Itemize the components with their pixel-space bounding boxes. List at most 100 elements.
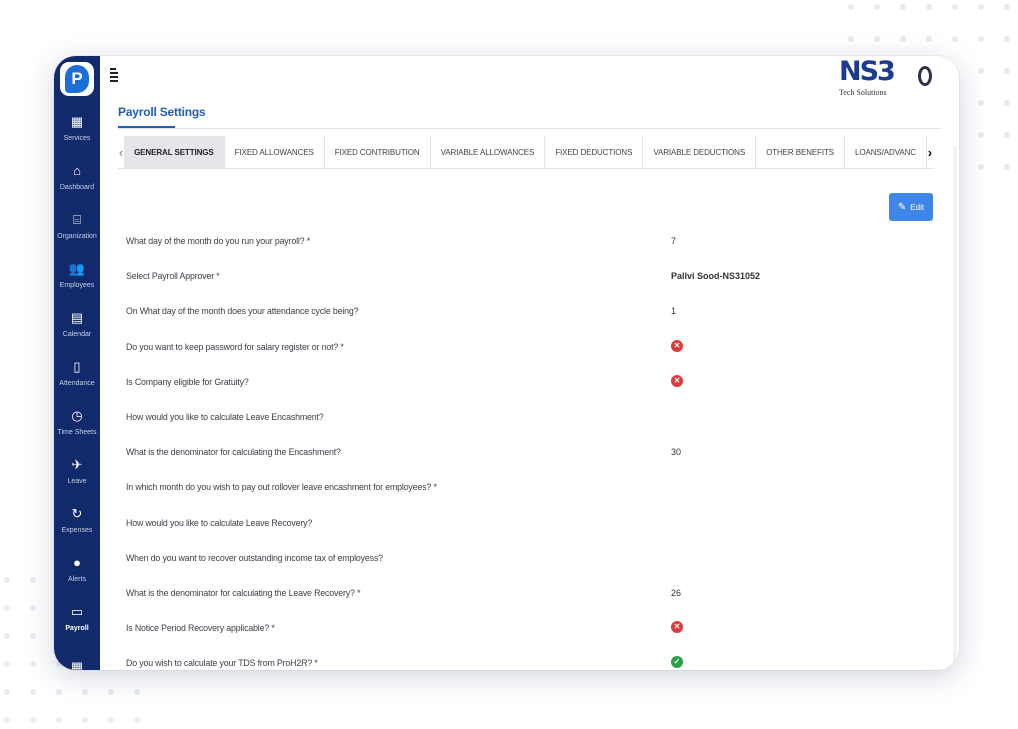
settings-list: What day of the month do you run your pa… bbox=[126, 226, 941, 670]
setting-question: What is the denominator for calculating … bbox=[126, 587, 361, 598]
tab-general-settings[interactable]: GENERAL SETTINGS bbox=[124, 136, 225, 168]
grid-icon: ▦ bbox=[70, 113, 84, 129]
setting-value: 30 bbox=[671, 447, 682, 458]
top-bar: NS3 Tech Solutions bbox=[100, 56, 959, 101]
setting-row: What is the denominator for calculating … bbox=[126, 578, 941, 613]
bank-icon: ⌸ bbox=[73, 211, 81, 227]
sidebar-item-services[interactable]: ▦ Services bbox=[54, 103, 100, 152]
tabs-next-icon[interactable]: › bbox=[927, 136, 933, 168]
clipboard-icon: ▯ bbox=[73, 358, 81, 374]
sidebar-item-more[interactable]: ▦ bbox=[54, 642, 100, 670]
refresh-icon: ↻ bbox=[71, 505, 83, 521]
setting-row: In which month do you wish to pay out ro… bbox=[126, 472, 941, 507]
setting-question: When do you want to recover outstanding … bbox=[126, 552, 383, 563]
wallet-icon: ▭ bbox=[70, 603, 84, 619]
sidebar-item-label: Calendar bbox=[62, 330, 92, 338]
setting-question: What day of the month do you run your pa… bbox=[126, 236, 310, 246]
cross-circle-icon: ✕ bbox=[671, 374, 683, 387]
tab-variable-deductions[interactable]: VARIABLE DEDUCTIONS bbox=[643, 136, 757, 168]
sidebar-item-expenses[interactable]: ↻ Expenses bbox=[54, 495, 100, 544]
tab-loans-advanc[interactable]: LOANS/ADVANC bbox=[845, 136, 927, 168]
setting-row: Is Notice Period Recovery applicable? * ✕ bbox=[126, 613, 941, 648]
setting-question: In which month do you wish to pay out ro… bbox=[126, 482, 437, 493]
setting-row: On What day of the month does your atten… bbox=[126, 296, 941, 331]
brand-subtitle: Tech Solutions bbox=[839, 88, 887, 97]
sidebar-item-alerts[interactable]: ● Alerts bbox=[54, 544, 100, 593]
users-icon: 👥 bbox=[68, 260, 86, 276]
main-content: Payroll Settings ‹ GENERAL SETTINGS FIXED… bbox=[100, 100, 959, 670]
sidebar-item-payroll[interactable]: ▭ Payroll bbox=[54, 593, 100, 642]
sidebar-item-label: Attendance bbox=[59, 379, 95, 387]
edit-button[interactable]: ✎ Edit bbox=[889, 193, 933, 221]
edit-button-label: Edit bbox=[910, 202, 925, 212]
page-title: Payroll Settings bbox=[118, 105, 206, 119]
sidebar-nav: ▦ Services ⌂ Dashboard ⌸ Organization 👥 Employe… bbox=[54, 103, 100, 670]
setting-question: How would you like to calculate Leave Re… bbox=[126, 517, 313, 528]
edit-icon: ✎ bbox=[897, 201, 907, 213]
cross-circle-icon: ✕ bbox=[671, 339, 683, 352]
user-icon bbox=[918, 66, 932, 86]
sidebar-item-label: Dashboard bbox=[59, 183, 95, 191]
setting-question: Do you wish to calculate your TDS from P… bbox=[126, 658, 318, 669]
tab-fixed-deductions[interactable]: FIXED DEDUCTIONS bbox=[545, 136, 644, 168]
company-logo: NS3 Tech Solutions bbox=[839, 58, 899, 98]
setting-row: Do you want to keep password for salary … bbox=[126, 332, 941, 367]
sidebar-item-label: Services bbox=[63, 134, 91, 142]
logo-p-icon: P bbox=[65, 65, 89, 93]
sidebar-item-attendance[interactable]: ▯ Attendance bbox=[54, 348, 100, 397]
setting-value: 1 bbox=[671, 306, 677, 317]
setting-row: When do you want to recover outstanding … bbox=[126, 543, 941, 578]
calculator-icon: ▦ bbox=[70, 658, 84, 670]
sidebar-item-label: Leave bbox=[67, 477, 87, 485]
divider bbox=[118, 128, 941, 129]
app-window: P ▦ Services ⌂ Dashboard ⌸ Organization 👥 Emplo… bbox=[54, 56, 959, 670]
settings-tabs: ‹ GENERAL SETTINGS FIXED ALLOWANCES FIXED … bbox=[118, 136, 933, 169]
home-icon: ⌂ bbox=[73, 162, 81, 178]
setting-question: What is the denominator for calculating … bbox=[126, 447, 341, 458]
setting-row: Select Payroll Approver * Pallvi Sood-NS3… bbox=[126, 261, 941, 296]
user-avatar[interactable] bbox=[915, 66, 935, 90]
sidebar-item-time-sheets[interactable]: ◷ Time Sheets bbox=[54, 397, 100, 446]
tab-fixed-allowances[interactable]: FIXED ALLOWANCES bbox=[225, 136, 325, 168]
setting-question: Is Company eligible for Gratuity? bbox=[126, 376, 249, 387]
sidebar-item-employees[interactable]: 👥 Employees bbox=[54, 250, 100, 299]
brand-mark: NS3 bbox=[839, 56, 896, 87]
setting-row: How would you like to calculate Leave En… bbox=[126, 402, 941, 437]
setting-question: How would you like to calculate Leave En… bbox=[126, 411, 324, 422]
cross-circle-icon: ✕ bbox=[671, 621, 683, 634]
setting-row: What day of the month do you run your pa… bbox=[126, 226, 941, 261]
sidebar-item-label: Employees bbox=[59, 281, 95, 289]
setting-row: Do you wish to calculate your TDS from P… bbox=[126, 648, 941, 670]
setting-row: What is the denominator for calculating … bbox=[126, 437, 941, 472]
sidebar: P ▦ Services ⌂ Dashboard ⌸ Organization 👥 Emplo… bbox=[54, 56, 100, 670]
sidebar-item-organization[interactable]: ⌸ Organization bbox=[54, 201, 100, 250]
scrollbar[interactable] bbox=[953, 146, 957, 670]
sidebar-item-label: Time Sheets bbox=[57, 428, 97, 436]
setting-row: How would you like to calculate Leave Re… bbox=[126, 508, 941, 543]
tab-fixed-contribution[interactable]: FIXED CONTRIBUTION bbox=[325, 136, 431, 168]
setting-row: Is Company eligible for Gratuity? ✕ bbox=[126, 367, 941, 402]
menu-icon[interactable] bbox=[110, 68, 118, 82]
tab-variable-allowances[interactable]: VARIABLE ALLOWANCES bbox=[431, 136, 546, 168]
sidebar-item-leave[interactable]: ✈ Leave bbox=[54, 446, 100, 495]
sidebar-item-label: Payroll bbox=[65, 624, 89, 632]
setting-value: Pallvi Sood-NS31052 bbox=[671, 271, 761, 282]
sidebar-item-label: Organization bbox=[57, 232, 97, 240]
setting-value: 26 bbox=[671, 587, 682, 598]
sidebar-item-calendar[interactable]: ▤ Calendar bbox=[54, 299, 100, 348]
alert-icon: ● bbox=[73, 554, 81, 570]
setting-question: Select Payroll Approver * bbox=[126, 271, 220, 282]
calendar-icon: ▤ bbox=[70, 309, 84, 325]
sidebar-item-dashboard[interactable]: ⌂ Dashboard bbox=[54, 152, 100, 201]
setting-question: On What day of the month does your atten… bbox=[126, 306, 359, 317]
setting-question: Do you want to keep password for salary … bbox=[126, 341, 344, 352]
app-logo[interactable]: P bbox=[60, 62, 94, 96]
clock-icon: ◷ bbox=[71, 407, 83, 423]
setting-question: Is Notice Period Recovery applicable? * bbox=[126, 623, 275, 634]
plane-icon: ✈ bbox=[71, 456, 83, 472]
setting-value: 7 bbox=[671, 236, 677, 246]
sidebar-item-label: Alerts bbox=[68, 575, 86, 583]
sidebar-item-label: Expenses bbox=[61, 526, 93, 534]
check-circle-icon: ✓ bbox=[671, 656, 683, 669]
tab-other-benefits[interactable]: OTHER BENEFITS bbox=[756, 136, 846, 168]
